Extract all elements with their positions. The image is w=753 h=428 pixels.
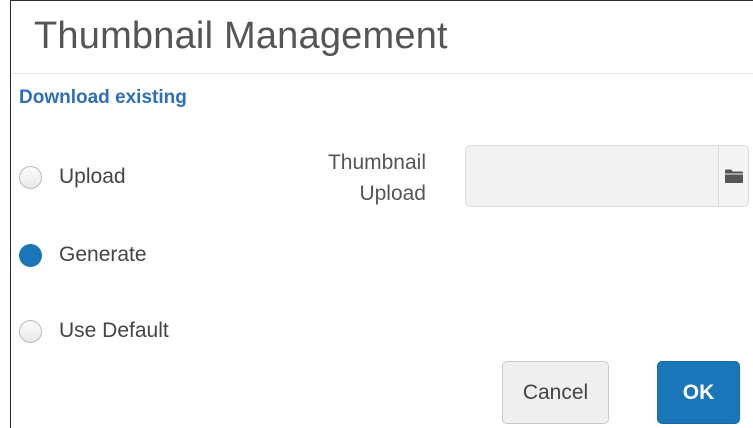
folder-icon [724, 169, 743, 183]
cancel-button[interactable]: Cancel [502, 361, 609, 424]
radio-option-generate[interactable]: Generate [19, 243, 147, 267]
thumbnail-upload-label-line1: Thumbnail [327, 151, 426, 174]
title-divider [11, 73, 753, 74]
ok-button[interactable]: OK [657, 361, 740, 424]
radio-option-upload[interactable]: Upload [19, 165, 126, 189]
generate-radio[interactable] [19, 243, 42, 267]
thumbnail-management-dialog: Thumbnail Management Download existing U… [10, 0, 753, 428]
generate-radio-label: Generate [59, 243, 147, 266]
thumbnail-upload-input[interactable] [466, 146, 718, 206]
thumbnail-upload-label-line2: Upload [359, 182, 426, 205]
use-default-radio-label: Use Default [59, 319, 169, 342]
radio-option-use-default[interactable]: Use Default [19, 319, 169, 343]
dialog-title: Thumbnail Management [34, 15, 448, 57]
download-existing-link[interactable]: Download existing [19, 87, 187, 109]
upload-radio-label: Upload [59, 165, 126, 188]
browse-button[interactable] [718, 146, 748, 206]
use-default-radio[interactable] [19, 319, 42, 343]
upload-radio[interactable] [19, 165, 42, 189]
thumbnail-upload-label: Thumbnail Upload [261, 147, 426, 209]
thumbnail-upload-field [465, 145, 749, 207]
